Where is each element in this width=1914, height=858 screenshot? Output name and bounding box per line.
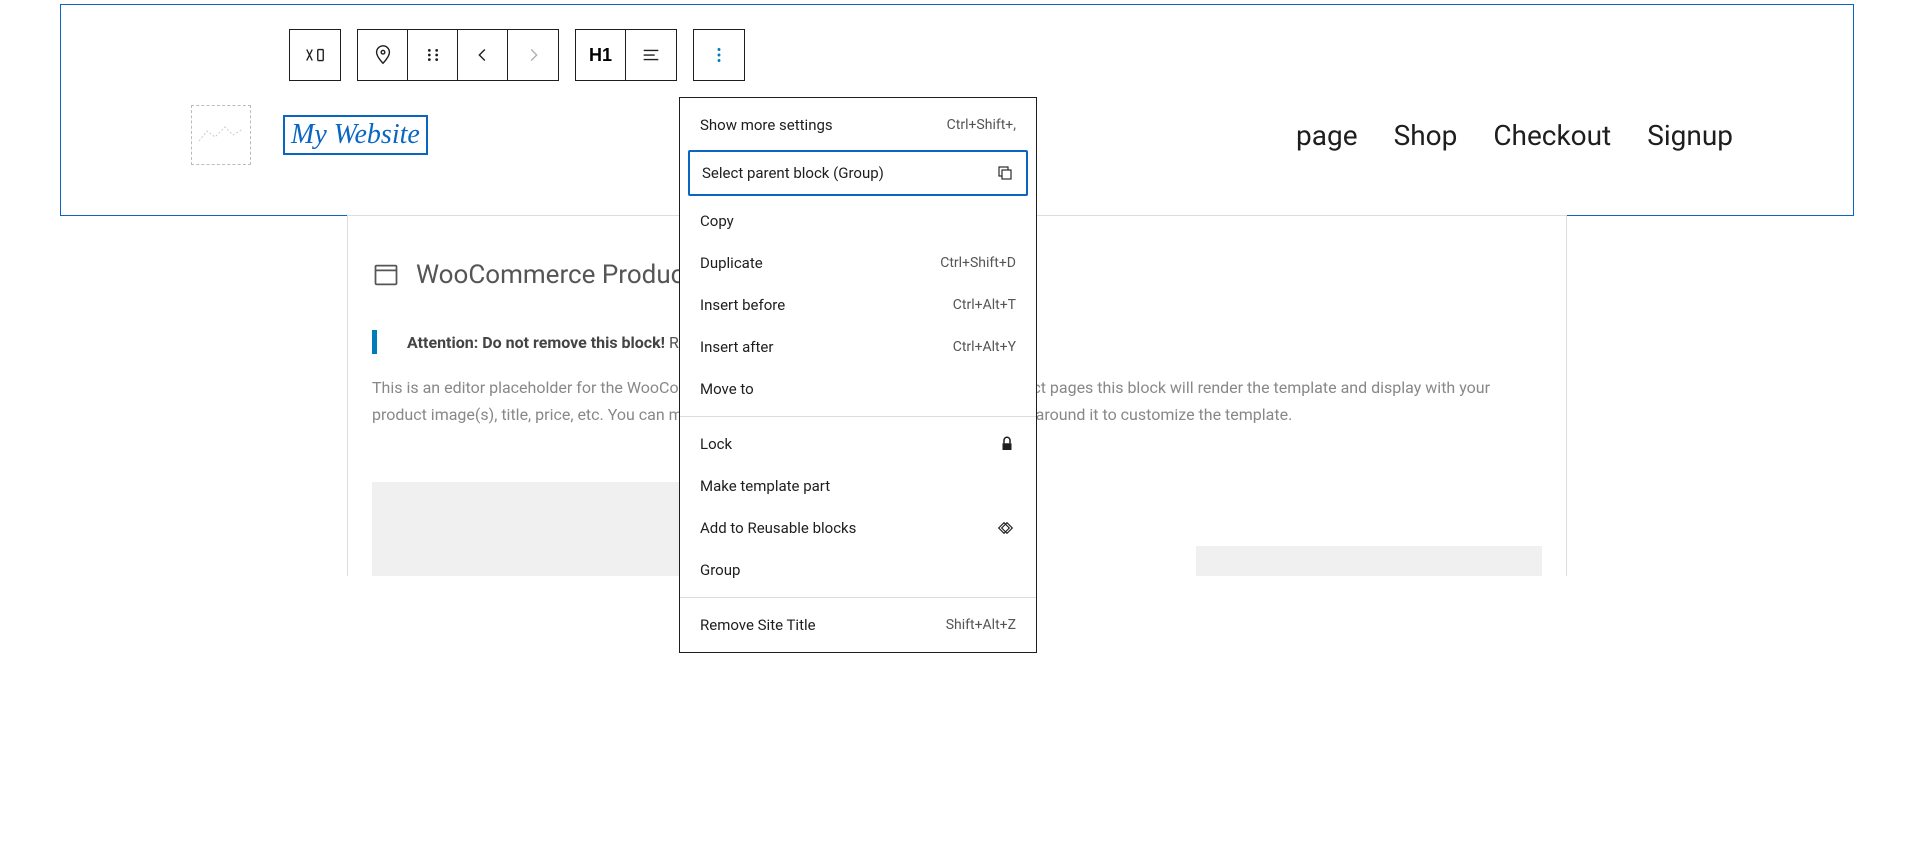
menu-insert-after[interactable]: Insert after Ctrl+Alt+Y — [680, 326, 1036, 368]
toolbar-group-4 — [693, 29, 745, 81]
menu-label: Lock — [700, 435, 732, 453]
menu-label: Make template part — [700, 477, 830, 495]
toolbar-group-3: H1 — [575, 29, 677, 81]
align-button[interactable] — [626, 30, 676, 80]
block-type-button[interactable] — [290, 30, 340, 80]
menu-shortcut: Ctrl+Alt+T — [953, 297, 1016, 313]
menu-group[interactable]: Group — [680, 549, 1036, 591]
menu-insert-before[interactable]: Insert before Ctrl+Alt+T — [680, 284, 1036, 326]
nav-link-page[interactable]: page — [1296, 119, 1358, 152]
menu-label: Select parent block (Group) — [702, 164, 884, 182]
pin-icon — [372, 44, 394, 66]
reusable-icon — [998, 519, 1016, 537]
chevron-right-icon — [522, 44, 544, 66]
menu-label: Group — [700, 561, 740, 579]
menu-lock[interactable]: Lock — [680, 423, 1036, 465]
editor-canvas: H1 Show more settings Ctrl+Shift+, Selec… — [60, 4, 1854, 216]
chevron-left-icon — [472, 44, 494, 66]
toolbar-group-2 — [357, 29, 559, 81]
lock-icon — [998, 435, 1016, 453]
menu-label: Insert before — [700, 296, 785, 314]
notice-accent — [372, 330, 377, 354]
menu-move-to[interactable]: Move to — [680, 368, 1036, 410]
menu-label: Move to — [700, 380, 754, 398]
menu-make-template-part[interactable]: Make template part — [680, 465, 1036, 507]
menu-label: Remove Site Title — [700, 616, 816, 634]
heading-level-button[interactable]: H1 — [576, 30, 626, 80]
site-nav: page Shop Checkout Signup — [1296, 119, 1733, 152]
menu-add-reusable[interactable]: Add to Reusable blocks — [680, 507, 1036, 549]
menu-copy[interactable]: Copy — [680, 200, 1036, 242]
menu-label: Show more settings — [700, 116, 833, 134]
site-logo-placeholder[interactable] — [191, 105, 251, 165]
menu-duplicate[interactable]: Duplicate Ctrl+Shift+D — [680, 242, 1036, 284]
menu-section-1: Show more settings Ctrl+Shift+, Select p… — [680, 98, 1036, 417]
move-left-button[interactable] — [458, 30, 508, 80]
h1-label: H1 — [589, 45, 612, 66]
menu-shortcut: Ctrl+Shift+, — [947, 117, 1016, 133]
menu-section-3: Remove Site Title Shift+Alt+Z — [680, 598, 1036, 652]
group-icon — [996, 164, 1014, 182]
drag-handle[interactable] — [408, 30, 458, 80]
menu-select-parent[interactable]: Select parent block (Group) — [688, 150, 1028, 196]
menu-label: Copy — [700, 212, 734, 230]
menu-shortcut: Ctrl+Shift+D — [940, 255, 1016, 271]
menu-shortcut: Ctrl+Alt+Y — [953, 339, 1016, 355]
more-vertical-icon — [708, 44, 730, 66]
menu-label: Duplicate — [700, 254, 763, 272]
align-icon — [640, 44, 662, 66]
menu-label: Insert after — [700, 338, 773, 356]
nav-link-signup[interactable]: Signup — [1647, 119, 1733, 152]
drag-icon — [422, 44, 444, 66]
nav-link-checkout[interactable]: Checkout — [1493, 119, 1611, 152]
placeholder-box-small — [1196, 546, 1542, 576]
menu-section-2: Lock Make template part Add to Reusable … — [680, 417, 1036, 598]
block-options-menu: Show more settings Ctrl+Shift+, Select p… — [679, 97, 1037, 653]
move-right-button[interactable] — [508, 30, 558, 80]
placeholder-icon — [197, 123, 245, 147]
pin-button[interactable] — [358, 30, 408, 80]
product-grid-icon — [372, 261, 400, 289]
menu-show-more-settings[interactable]: Show more settings Ctrl+Shift+, — [680, 104, 1036, 146]
block-type-icon — [304, 44, 326, 66]
block-toolbar: H1 — [61, 5, 1853, 93]
more-options-button[interactable] — [694, 30, 744, 80]
menu-label: Add to Reusable blocks — [700, 519, 856, 537]
menu-shortcut: Shift+Alt+Z — [946, 617, 1016, 633]
site-title-block[interactable]: My Website — [283, 115, 428, 155]
menu-remove[interactable]: Remove Site Title Shift+Alt+Z — [680, 604, 1036, 646]
nav-link-shop[interactable]: Shop — [1394, 119, 1458, 152]
toolbar-group-1 — [289, 29, 341, 81]
